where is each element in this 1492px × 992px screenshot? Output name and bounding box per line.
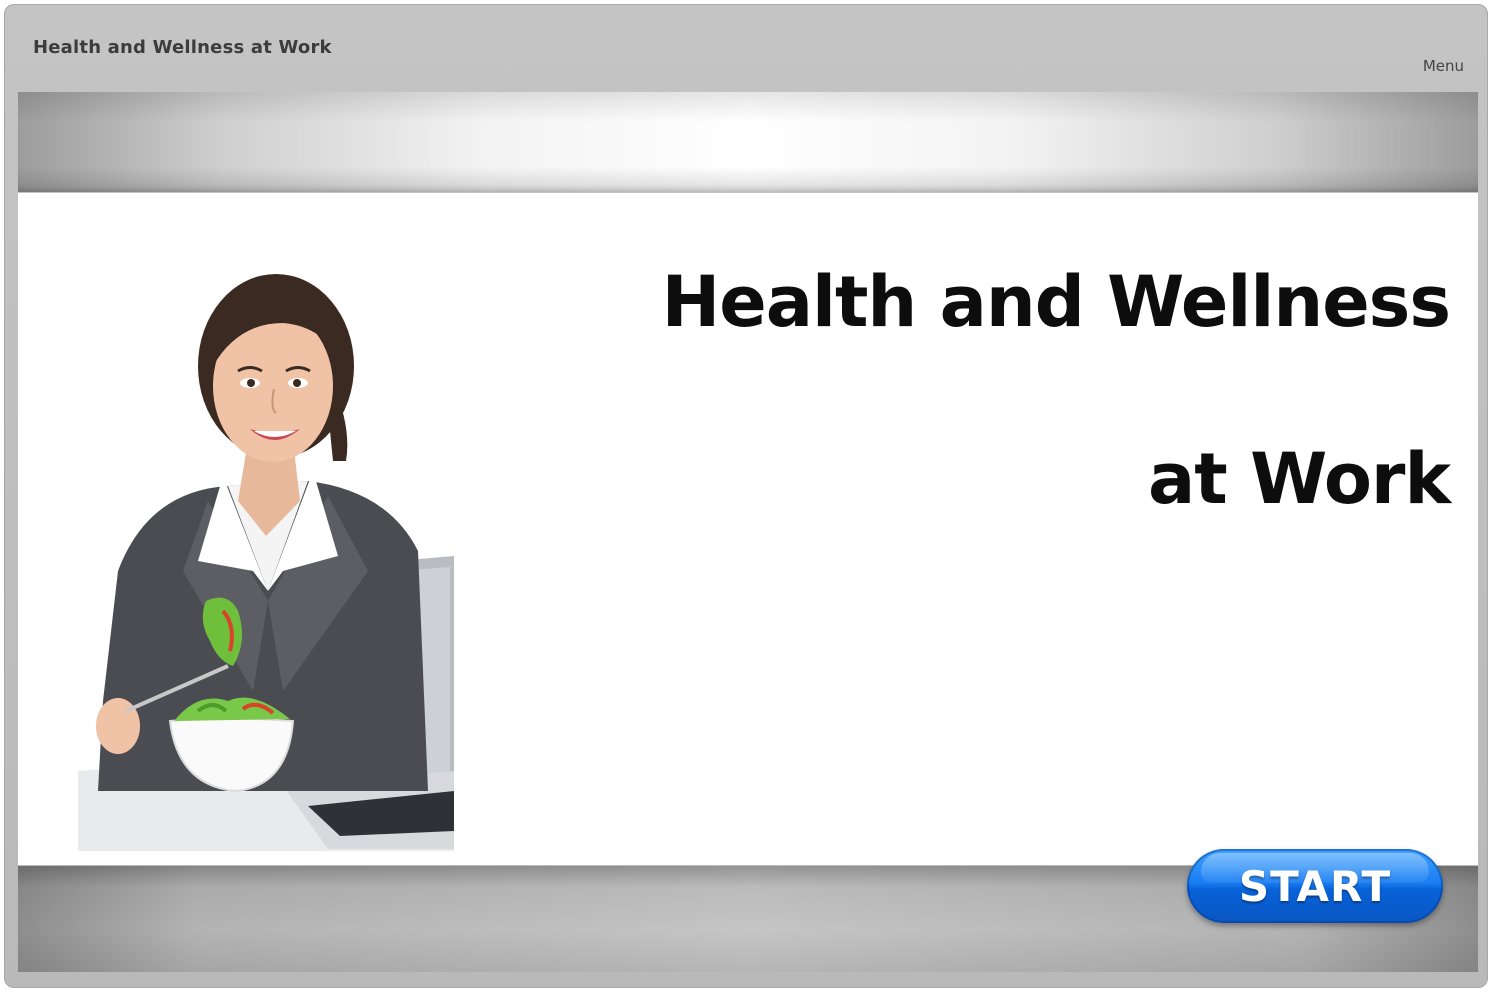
course-title: Health and Wellness at Work	[33, 37, 332, 58]
banner-shading	[18, 92, 1478, 192]
slide-content: Health and Wellness at Work	[18, 193, 1478, 865]
slide-headline-line2: at Work	[1148, 438, 1451, 520]
slide-headline-line1: Health and Wellness	[661, 261, 1451, 343]
woman-eating-salad-photo	[78, 271, 454, 851]
header-banner	[18, 92, 1478, 192]
menu-link[interactable]: Menu	[1423, 57, 1464, 75]
start-button[interactable]: START	[1187, 849, 1443, 923]
start-button-label: START	[1238, 861, 1392, 911]
